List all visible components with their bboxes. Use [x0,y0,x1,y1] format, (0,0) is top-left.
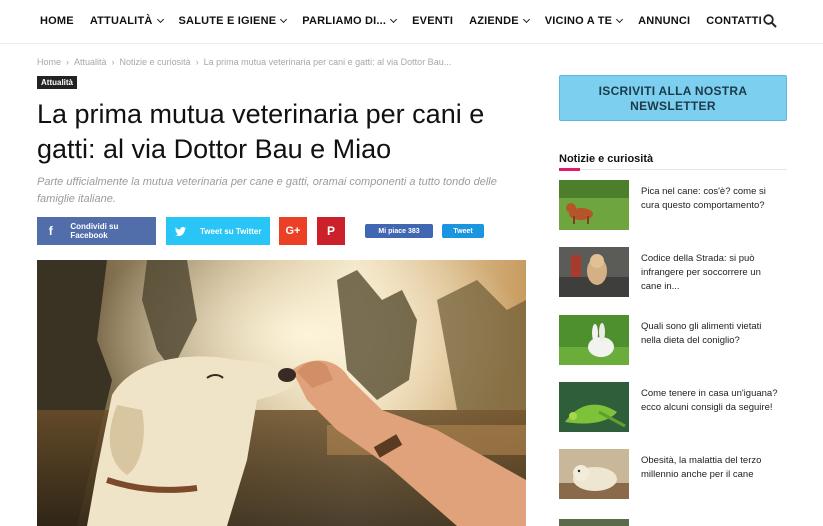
nav-item-salute-e-igiene[interactable]: SALUTE E IGIENE [178,15,288,27]
sidebar-article-item[interactable]: Obesità, la malattia del terzo millennio… [559,449,789,499]
search-icon[interactable] [763,14,777,28]
sidebar-article-item[interactable] [559,516,789,526]
share-twitter-label: Tweet su Twitter [200,226,262,236]
sidebar-section-title: Notizie e curiosità [559,153,654,165]
nav-item-aziende[interactable]: AZIENDE [469,15,530,27]
breadcrumb-notizie[interactable]: Notizie e curiosità [120,57,191,67]
article-thumbnail[interactable] [559,382,629,432]
nav-item-label: AZIENDE [469,15,519,27]
main-menu: HOME ATTUALITÀ SALUTE E IGIENE PARLIAMO … [40,15,778,27]
breadcrumb-separator: › [66,57,70,67]
share-pinterest-button[interactable]: P [317,217,345,245]
nav-item-label: PARLIAMO DI... [302,15,387,27]
article-thumbnail[interactable] [559,315,629,365]
sidebar-article-title[interactable]: Pica nel cane: cos'è? come si cura quest… [641,185,781,213]
chevron-down-icon [522,15,530,24]
facebook-icon: f [48,224,53,238]
share-facebook-label: Condividi su Facebook [70,222,119,240]
divider [580,169,787,170]
article-thumbnail[interactable] [559,516,629,526]
nav-item-contatti[interactable]: CONTATTI [706,15,762,27]
sidebar-article-item[interactable]: Quali sono gli alimenti vietati nella di… [559,315,789,365]
like-label: Mi piace 383 [378,227,420,235]
nav-item-label: VICINO A TE [544,15,613,27]
tweet-label: Tweet [453,227,473,235]
share-googleplus-button[interactable]: G+ [279,217,307,245]
section-title-accent [559,168,580,171]
nav-item-label: EVENTI [412,15,454,27]
sidebar-article-title[interactable]: Obesità, la malattia del terzo millennio… [641,454,781,482]
nav-item-vicino-a-te[interactable]: VICINO A TE [544,15,624,27]
article-thumbnail[interactable] [559,449,629,499]
nav-item-eventi[interactable]: EVENTI [412,15,453,27]
chevron-down-icon [616,15,624,24]
nav-item-parliamo-di[interactable]: PARLIAMO DI... [302,15,398,27]
sidebar-article-title[interactable]: Come tenere in casa un'iguana? ecco alcu… [641,387,781,415]
chevron-down-icon [156,15,164,24]
nav-item-label: SALUTE E IGIENE [178,15,277,27]
sidebar-article-title[interactable]: Codice della Strada: si può infrangere p… [641,252,781,294]
pinterest-icon: P [326,224,335,238]
nav-item-label: CONTATTI [706,15,762,27]
sidebar-article-item[interactable]: Pica nel cane: cos'è? come si cura quest… [559,180,789,230]
tweet-button[interactable]: Tweet [442,224,484,238]
sidebar-article-title[interactable]: Quali sono gli alimenti vietati nella di… [641,320,781,348]
chevron-down-icon [390,15,398,24]
article-hero-image [37,260,526,526]
article-title: La prima mutua veterinaria per cani e ga… [37,99,485,164]
nav-item-label: ATTUALITÀ [89,15,153,27]
article-subtitle: Parte ufficialmente la mutua veterinaria… [37,176,497,205]
nav-item-attualita[interactable]: ATTUALITÀ [89,15,164,27]
nav-item-label: HOME [40,15,74,27]
facebook-like-button[interactable]: Mi piace 383 [365,224,433,238]
share-facebook-button[interactable]: f Condividi su Facebook [37,217,156,245]
breadcrumb: Home › Attualità › Notizie e curiosità › La pr… [37,57,451,67]
breadcrumb-current: La prima mutua veterinaria per cani e ga… [203,57,452,67]
nav-item-annunci[interactable]: ANNUNCI [638,15,690,27]
sidebar-article-item[interactable]: Codice della Strada: si può infrangere p… [559,247,789,297]
top-navbar: HOME ATTUALITÀ SALUTE E IGIENE PARLIAMO … [0,0,823,44]
nav-item-home[interactable]: HOME [40,15,74,27]
share-twitter-button[interactable]: Tweet su Twitter [166,217,270,245]
article-thumbnail[interactable] [559,247,629,297]
category-badge[interactable]: Attualità [37,76,77,89]
sidebar-article-item[interactable]: Come tenere in casa un'iguana? ecco alcu… [559,382,789,432]
nav-item-label: ANNUNCI [638,15,691,27]
twitter-icon [166,217,194,245]
breadcrumb-separator: › [195,57,199,67]
googleplus-icon: G+ [285,225,301,237]
newsletter-signup-button[interactable]: ISCRIVITI ALLA NOSTRA NEWSLETTER [559,75,787,121]
breadcrumb-separator: › [111,57,115,67]
breadcrumb-attualita[interactable]: Attualità [74,57,107,67]
chevron-down-icon [280,15,288,24]
breadcrumb-home[interactable]: Home [37,57,61,67]
article-thumbnail[interactable] [559,180,629,230]
